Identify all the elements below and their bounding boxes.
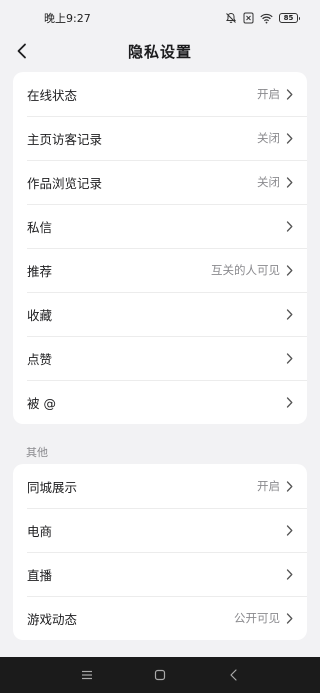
row-work-views[interactable]: 作品浏览记录 关闭 (13, 160, 307, 204)
system-navigation-bar (0, 657, 320, 693)
row-label: 点赞 (27, 351, 53, 367)
row-messages[interactable]: 私信 (13, 204, 307, 248)
chevron-right-icon (286, 352, 293, 364)
row-label: 游戏动态 (27, 611, 78, 627)
sim-icon (243, 12, 254, 24)
chevron-right-icon (286, 308, 293, 320)
battery-icon: 85 (279, 13, 300, 23)
row-label: 私信 (27, 219, 53, 235)
chevron-right-icon (286, 132, 293, 144)
chevron-right-icon (286, 524, 293, 536)
row-favorites[interactable]: 收藏 (13, 292, 307, 336)
chevron-right-icon (286, 220, 293, 232)
row-label: 收藏 (27, 307, 53, 323)
chevron-left-icon (17, 43, 26, 59)
row-label: 同城展示 (27, 479, 78, 495)
row-value: 公开可见 (234, 611, 280, 625)
row-recommend[interactable]: 推荐 互关的人可见 (13, 248, 307, 292)
row-label: 直播 (27, 567, 53, 583)
row-live[interactable]: 直播 (13, 552, 307, 596)
chevron-right-icon (286, 176, 293, 188)
status-icons: 85 (225, 12, 300, 24)
row-value: 开启 (257, 479, 280, 493)
menu-button[interactable] (67, 660, 107, 690)
row-value: 关闭 (257, 175, 280, 189)
row-value: 关闭 (257, 131, 280, 145)
status-time: 晚上9:27 (44, 12, 91, 25)
row-label: 主页访客记录 (27, 131, 103, 147)
chevron-right-icon (286, 612, 293, 624)
chevron-right-icon (286, 396, 293, 408)
row-value: 互关的人可见 (211, 263, 280, 277)
system-back-button[interactable] (213, 660, 253, 690)
row-label: 电商 (27, 523, 53, 539)
row-label: 在线状态 (27, 87, 78, 103)
nav-bar: 隐私设置 (0, 36, 320, 66)
row-profile-visitors[interactable]: 主页访客记录 关闭 (13, 116, 307, 160)
row-ecommerce[interactable]: 电商 (13, 508, 307, 552)
chevron-right-icon (286, 264, 293, 276)
row-value: 开启 (257, 87, 280, 101)
row-likes[interactable]: 点赞 (13, 336, 307, 380)
chevron-right-icon (286, 88, 293, 100)
row-label: 被 @ (27, 395, 56, 411)
back-button[interactable] (10, 36, 34, 66)
status-bar: 晚上9:27 85 (0, 0, 320, 36)
row-label: 推荐 (27, 263, 53, 279)
row-online-status[interactable]: 在线状态 开启 (13, 72, 307, 116)
other-settings-group: 同城展示 开启 电商 直播 游戏动态 公开可见 (13, 464, 307, 640)
chevron-right-icon (286, 568, 293, 580)
row-label: 作品浏览记录 (27, 175, 103, 191)
back-icon (230, 669, 237, 681)
row-game-activity[interactable]: 游戏动态 公开可见 (13, 596, 307, 640)
row-mentions[interactable]: 被 @ (13, 380, 307, 424)
mute-icon (226, 12, 236, 23)
page-title: 隐私设置 (127, 42, 192, 61)
row-local-display[interactable]: 同城展示 开启 (13, 464, 307, 508)
home-icon (154, 669, 166, 681)
wifi-icon (260, 13, 273, 23)
chevron-right-icon (286, 480, 293, 492)
menu-icon (81, 670, 92, 680)
section-title-other: 其他 (26, 446, 48, 459)
home-button[interactable] (140, 660, 180, 690)
privacy-settings-group: 在线状态 开启 主页访客记录 关闭 作品浏览记录 关闭 私信 推荐 互关的人可见… (13, 72, 307, 424)
